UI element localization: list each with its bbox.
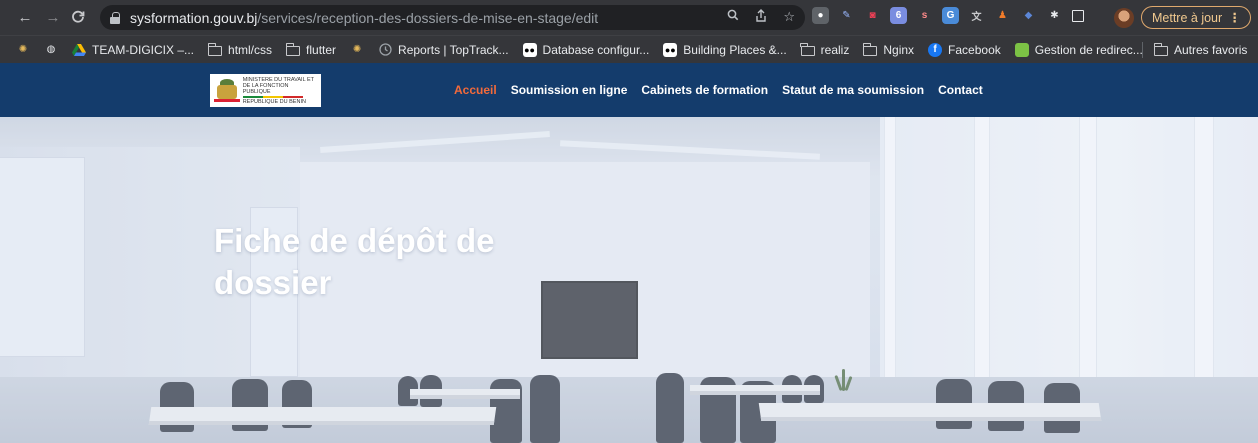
- coat-of-arms-icon: [214, 78, 240, 104]
- update-button-label: Mettre à jour: [1152, 10, 1223, 25]
- bookmark-label: Database configur...: [542, 42, 650, 57]
- bookmarks-bar: ✺ ◍ TEAM-DIGICIX –... html/css flutter ✺…: [0, 35, 1258, 63]
- drive-icon: [72, 43, 86, 57]
- bookmarks-separator: [1142, 42, 1143, 58]
- main-navigation: Accueil Soumission en ligne Cabinets de …: [454, 63, 983, 117]
- folder-icon: [862, 42, 878, 56]
- bookmark-item[interactable]: Gestion de redirec...: [1014, 42, 1143, 57]
- share-icon[interactable]: [755, 9, 767, 25]
- bookmark-label: Reports | TopTrack...: [398, 42, 509, 57]
- medium-icon: ●●: [522, 42, 537, 57]
- spider-icon: ✺: [18, 44, 28, 55]
- bookmark-star-icon[interactable]: ☆: [783, 9, 795, 25]
- puzzle-extensions-icon[interactable]: ✱: [1046, 7, 1063, 24]
- person-extension-icon[interactable]: ♟: [994, 7, 1011, 24]
- folder-icon: [285, 42, 301, 56]
- bookmark-label: flutter: [306, 42, 337, 57]
- bookmark-item[interactable]: ●● Database configur...: [522, 42, 650, 57]
- pocket-extension-icon[interactable]: ◙: [864, 7, 881, 24]
- logo-line: DE LA FONCTION PUBLIQUE: [242, 82, 289, 95]
- hero-banner: Fiche de dépôt de dossier: [0, 117, 1258, 443]
- logo-line: REPUBLIQUE DU BENIN: [242, 98, 306, 105]
- bookmark-label: realiz: [820, 42, 850, 57]
- logo-text: MINISTERE DU TRAVAIL ET DE LA FONCTION P…: [242, 77, 317, 105]
- browser-toolbar: ← → sysformation.gouv.bj/services/recept…: [0, 0, 1258, 35]
- drop-extension-icon[interactable]: ◆: [1020, 7, 1037, 24]
- bookmark-item[interactable]: f Facebook: [928, 42, 1001, 57]
- update-button[interactable]: Mettre à jour ⋮: [1141, 6, 1251, 29]
- clock-icon: [378, 43, 392, 57]
- site-header: MINISTERE DU TRAVAIL ET DE LA FONCTION P…: [0, 63, 1258, 117]
- reload-icon[interactable]: [67, 6, 89, 28]
- more-menu-icon[interactable]: ⋮: [1229, 10, 1242, 25]
- bookmark-label: Building Places &...: [683, 42, 787, 57]
- forward-arrow-icon[interactable]: →: [42, 6, 64, 28]
- back-arrow-icon[interactable]: ←: [14, 6, 36, 28]
- other-bookmarks-label: Autres favoris: [1174, 43, 1248, 57]
- folder-icon: [800, 42, 815, 56]
- nav-statut-de-ma-soumission[interactable]: Statut de ma soumission: [782, 83, 924, 97]
- bookmark-item[interactable]: Nginx: [862, 42, 915, 57]
- bookmark-item[interactable]: TEAM-DIGICIX –...: [72, 43, 194, 57]
- spider-icon: ✺: [352, 44, 362, 55]
- zoom-icon[interactable]: [727, 9, 739, 25]
- bookmark-item[interactable]: realiz: [800, 42, 850, 57]
- tag-extension-icon[interactable]: 6: [890, 7, 907, 24]
- folder-icon: [1153, 43, 1168, 56]
- bookmark-label: TEAM-DIGICIX –...: [92, 42, 195, 57]
- url-host: sysformation.gouv.bj: [130, 9, 258, 26]
- folder-icon: [207, 42, 223, 56]
- bookmark-item[interactable]: ✺: [350, 43, 364, 57]
- translate-extension-icon[interactable]: G: [942, 7, 959, 24]
- bookmark-label: Nginx: [883, 42, 915, 57]
- bookmark-item[interactable]: html/css: [207, 42, 273, 57]
- dictionary-extension-icon[interactable]: 文: [968, 7, 985, 24]
- extensions-area: ● ✎ ◙ 6 s G 文 ♟ ◆ ✱: [812, 7, 1084, 24]
- side-panel-icon[interactable]: [1072, 9, 1084, 22]
- nav-soumission-en-ligne[interactable]: Soumission en ligne: [511, 83, 628, 97]
- bookmark-item[interactable]: Reports | TopTrack...: [378, 43, 509, 57]
- globe-icon: ◍: [46, 44, 56, 55]
- bookmark-item[interactable]: ✺: [16, 43, 30, 57]
- bookmark-label: Facebook: [948, 42, 1001, 57]
- facebook-icon: f: [928, 42, 943, 57]
- profile-avatar[interactable]: [1114, 8, 1134, 28]
- nav-cabinets-de-formation[interactable]: Cabinets de formation: [641, 83, 768, 97]
- other-bookmarks-folder[interactable]: Autres favoris: [1153, 43, 1248, 57]
- s-extension-icon[interactable]: s: [916, 7, 933, 24]
- bookmark-item[interactable]: flutter: [285, 42, 337, 57]
- page-title: Fiche de dépôt de dossier: [214, 222, 495, 301]
- address-bar[interactable]: sysformation.gouv.bj/services/reception-…: [100, 5, 805, 30]
- medium-icon: ●●: [663, 42, 678, 57]
- nav-contact[interactable]: Contact: [938, 83, 983, 97]
- camera-extension-icon[interactable]: ●: [812, 7, 829, 24]
- bookmark-item[interactable]: ●● Building Places &...: [663, 42, 787, 57]
- bookmark-label: html/css: [228, 42, 273, 57]
- bookmark-label: Gestion de redirec...: [1034, 42, 1143, 57]
- bookmark-item[interactable]: ◍: [44, 43, 58, 57]
- flag-stripe: [242, 95, 303, 98]
- lock-icon[interactable]: [110, 11, 120, 24]
- url-path: /services/reception-des-dossiers-de-mise…: [257, 9, 599, 26]
- hero-overlay: [0, 117, 1258, 443]
- nav-accueil[interactable]: Accueil: [454, 83, 497, 97]
- ministry-logo[interactable]: MINISTERE DU TRAVAIL ET DE LA FONCTION P…: [210, 74, 321, 107]
- pen-extension-icon[interactable]: ✎: [838, 7, 855, 24]
- green-square-icon: [1014, 42, 1029, 57]
